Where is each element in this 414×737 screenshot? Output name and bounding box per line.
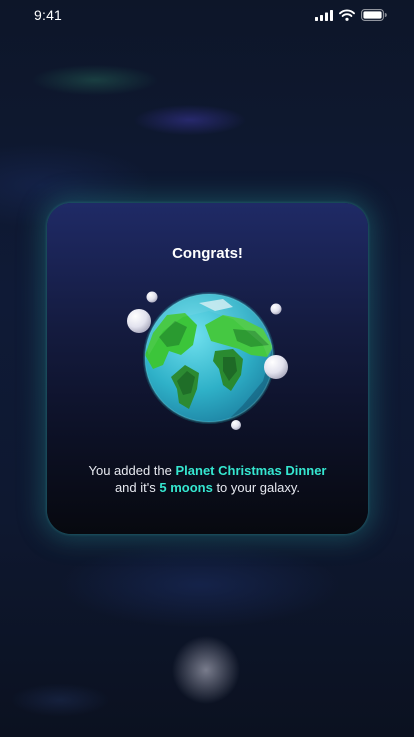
- congrats-modal: Congrats! You added the Planet Christmas…: [47, 203, 368, 534]
- moon-small-top-left: [146, 291, 158, 303]
- moon-small-bottom: [231, 420, 241, 430]
- message-text: You added the: [88, 463, 176, 478]
- moon-large-right: [264, 355, 288, 379]
- moon-large-left: [127, 309, 151, 333]
- moon-small-top-right: [270, 303, 282, 315]
- status-bar: 9:41: [0, 0, 414, 30]
- status-time: 9:41: [34, 7, 63, 23]
- status-icons: [315, 9, 387, 21]
- signal-icon: [315, 9, 333, 21]
- moons-count: 5 moons: [159, 480, 213, 495]
- modal-title: Congrats!: [172, 245, 243, 262]
- planet-illustration: [123, 285, 293, 435]
- message-text: to your galaxy.: [212, 480, 301, 495]
- wifi-icon: [339, 9, 355, 21]
- battery-icon: [361, 9, 387, 21]
- modal-message: You added the Planet Christmas Dinner an…: [57, 462, 358, 496]
- planet-name: Planet Christmas Dinner: [175, 463, 327, 478]
- message-text: and it's: [114, 480, 160, 495]
